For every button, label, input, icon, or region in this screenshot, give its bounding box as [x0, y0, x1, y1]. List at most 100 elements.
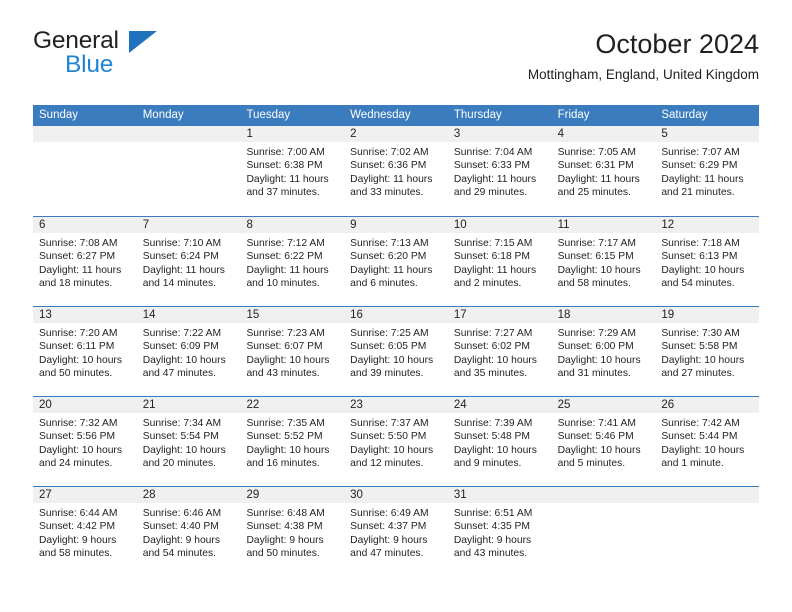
day-details: Sunrise: 7:41 AM Sunset: 5:46 PM Daylight:…	[552, 413, 656, 471]
calendar-day-cell[interactable]: 10 Sunrise: 7:15 AM Sunset: 6:18 PM Dayligh…	[447, 217, 552, 306]
calendar-day-cell[interactable]: 28 Sunrise: 6:46 AM Sunset: 4:40 PM Dayligh…	[136, 487, 241, 576]
day-details: Sunrise: 7:00 AM Sunset: 6:38 PM Daylight:…	[240, 142, 344, 200]
daylight-text: Daylight: 10 hours and 35 minutes.	[453, 354, 537, 380]
sunrise-text: Sunrise: 7:12 AM	[246, 238, 325, 249]
calendar-day-cell[interactable]: 24 Sunrise: 7:39 AM Sunset: 5:48 PM Dayligh…	[447, 397, 552, 486]
day-number: 14	[136, 307, 241, 323]
calendar-day-cell[interactable]: 21 Sunrise: 7:34 AM Sunset: 5:54 PM Dayligh…	[136, 397, 241, 486]
calendar-week-row: 1 Sunrise: 7:00 AM Sunset: 6:38 PM Daylight…	[33, 126, 760, 216]
sunset-text: Sunset: 5:50 PM	[350, 431, 427, 443]
daylight-text: Daylight: 11 hours and 29 minutes.	[453, 173, 537, 199]
sunset-text: Sunset: 6:05 PM	[350, 341, 427, 353]
calendar-week-row: 27 Sunrise: 6:44 AM Sunset: 4:42 PM Dayligh…	[33, 486, 760, 576]
calendar-day-cell[interactable]: 6 Sunrise: 7:08 AM Sunset: 6:27 PM Daylight…	[33, 217, 137, 306]
sunrise-text: Sunrise: 7:32 AM	[39, 418, 118, 429]
daylight-text: Daylight: 10 hours and 31 minutes.	[557, 354, 641, 380]
day-number: 19	[655, 307, 760, 323]
sunrise-text: Sunrise: 7:13 AM	[350, 238, 429, 249]
logo-triangle-icon	[129, 31, 157, 53]
calendar-day-cell[interactable]: 17 Sunrise: 7:27 AM Sunset: 6:02 PM Dayligh…	[447, 307, 552, 396]
calendar-day-cell[interactable]: 25 Sunrise: 7:41 AM Sunset: 5:46 PM Dayligh…	[551, 397, 656, 486]
day-number: 6	[33, 217, 137, 233]
sunset-text: Sunset: 6:38 PM	[246, 160, 323, 172]
calendar-day-cell[interactable]: 26 Sunrise: 7:42 AM Sunset: 5:44 PM Dayligh…	[655, 397, 760, 486]
day-details: Sunrise: 7:29 AM Sunset: 6:00 PM Daylight:…	[552, 323, 656, 381]
daylight-text: Daylight: 9 hours and 47 minutes.	[350, 534, 428, 560]
sunrise-text: Sunrise: 7:23 AM	[246, 328, 325, 339]
calendar-week-row: 13 Sunrise: 7:20 AM Sunset: 6:11 PM Dayligh…	[33, 306, 760, 396]
calendar-day-cell[interactable]: 11 Sunrise: 7:17 AM Sunset: 6:15 PM Dayligh…	[551, 217, 656, 306]
daylight-text: Daylight: 10 hours and 43 minutes.	[246, 354, 330, 380]
daylight-text: Daylight: 11 hours and 33 minutes.	[350, 173, 433, 199]
day-details: Sunrise: 7:35 AM Sunset: 5:52 PM Daylight:…	[240, 413, 344, 471]
calendar-day-cell[interactable]: 19 Sunrise: 7:30 AM Sunset: 5:58 PM Dayligh…	[655, 307, 760, 396]
calendar-day-cell[interactable]: 5 Sunrise: 7:07 AM Sunset: 6:29 PM Daylight…	[655, 126, 760, 216]
sunrise-text: Sunrise: 7:41 AM	[557, 418, 637, 429]
calendar-day-cell[interactable]: 2 Sunrise: 7:02 AM Sunset: 6:36 PM Daylight…	[344, 126, 448, 216]
sunrise-text: Sunrise: 7:42 AM	[661, 418, 740, 429]
day-details: Sunrise: 7:07 AM Sunset: 6:29 PM Daylight:…	[655, 142, 759, 200]
sunrise-text: Sunrise: 7:02 AM	[350, 147, 429, 158]
day-details: Sunrise: 7:22 AM Sunset: 6:09 PM Daylight:…	[137, 323, 241, 381]
calendar-day-cell[interactable]: 20 Sunrise: 7:32 AM Sunset: 5:56 PM Dayligh…	[33, 397, 137, 486]
day-details: Sunrise: 7:42 AM Sunset: 5:44 PM Daylight:…	[655, 413, 759, 471]
sunrise-text: Sunrise: 6:44 AM	[39, 508, 118, 519]
calendar-day-cell[interactable]: 18 Sunrise: 7:29 AM Sunset: 6:00 PM Dayligh…	[551, 307, 656, 396]
day-number: 10	[447, 217, 552, 233]
daylight-text: Daylight: 9 hours and 58 minutes.	[39, 534, 117, 560]
day-number: 7	[136, 217, 241, 233]
calendar-day-cell[interactable]: 4 Sunrise: 7:05 AM Sunset: 6:31 PM Daylight…	[551, 126, 656, 216]
day-details: Sunrise: 6:46 AM Sunset: 4:40 PM Daylight:…	[137, 503, 241, 561]
day-details: Sunrise: 7:25 AM Sunset: 6:05 PM Daylight:…	[344, 323, 448, 381]
day-number: 27	[33, 487, 137, 503]
calendar-day-cell[interactable]: 7 Sunrise: 7:10 AM Sunset: 6:24 PM Daylight…	[136, 217, 241, 306]
day-number: 18	[551, 307, 656, 323]
calendar-day-cell[interactable]: 31 Sunrise: 6:51 AM Sunset: 4:35 PM Dayligh…	[447, 487, 552, 576]
sunrise-text: Sunrise: 7:39 AM	[453, 418, 533, 429]
daylight-text: Daylight: 11 hours and 25 minutes.	[557, 173, 640, 199]
sunset-text: Sunset: 5:46 PM	[557, 431, 634, 443]
page-header: General Blue October 2024 Mottingham, En…	[33, 28, 759, 98]
day-details: Sunrise: 7:39 AM Sunset: 5:48 PM Daylight:…	[448, 413, 552, 471]
calendar-day-cell[interactable]: 12 Sunrise: 7:18 AM Sunset: 6:13 PM Dayligh…	[655, 217, 760, 306]
general-blue-logo[interactable]: General Blue	[33, 28, 293, 90]
sunset-text: Sunset: 5:52 PM	[246, 431, 323, 443]
calendar-day-cell[interactable]: 22 Sunrise: 7:35 AM Sunset: 5:52 PM Dayligh…	[240, 397, 345, 486]
sunset-text: Sunset: 5:54 PM	[142, 431, 219, 443]
calendar-day-cell[interactable]: 8 Sunrise: 7:12 AM Sunset: 6:22 PM Daylight…	[240, 217, 345, 306]
sunset-text: Sunset: 4:40 PM	[142, 521, 219, 533]
weekday-header-monday: Monday	[142, 109, 184, 121]
sunset-text: Sunset: 4:35 PM	[453, 521, 531, 533]
sunrise-text: Sunrise: 7:18 AM	[661, 238, 740, 249]
calendar-day-cell[interactable]: 13 Sunrise: 7:20 AM Sunset: 6:11 PM Dayligh…	[33, 307, 137, 396]
day-number	[33, 126, 137, 142]
day-number: 11	[551, 217, 656, 233]
sunset-text: Sunset: 5:58 PM	[661, 341, 738, 353]
day-details: Sunrise: 7:12 AM Sunset: 6:22 PM Daylight:…	[240, 233, 344, 291]
weekday-header-saturday: Saturday	[661, 109, 708, 121]
daylight-text: Daylight: 10 hours and 1 minute.	[661, 444, 745, 470]
day-number: 31	[447, 487, 552, 503]
sunrise-text: Sunrise: 7:08 AM	[39, 238, 118, 249]
calendar-day-cell[interactable]: 16 Sunrise: 7:25 AM Sunset: 6:05 PM Dayligh…	[344, 307, 448, 396]
calendar-day-cell[interactable]: 27 Sunrise: 6:44 AM Sunset: 4:42 PM Dayligh…	[33, 487, 137, 576]
calendar-day-cell[interactable]: 30 Sunrise: 6:49 AM Sunset: 4:37 PM Dayligh…	[344, 487, 448, 576]
calendar-day-cell[interactable]: 3 Sunrise: 7:04 AM Sunset: 6:33 PM Daylight…	[447, 126, 552, 216]
logo-text-blue: Blue	[65, 51, 114, 78]
calendar-day-cell[interactable]: 23 Sunrise: 7:37 AM Sunset: 5:50 PM Dayligh…	[344, 397, 448, 486]
day-details: Sunrise: 7:04 AM Sunset: 6:33 PM Daylight:…	[448, 142, 552, 200]
sunset-text: Sunset: 4:38 PM	[246, 521, 323, 533]
calendar-day-cell[interactable]: 14 Sunrise: 7:22 AM Sunset: 6:09 PM Dayligh…	[136, 307, 241, 396]
calendar-day-cell[interactable]: 15 Sunrise: 7:23 AM Sunset: 6:07 PM Dayligh…	[240, 307, 345, 396]
sunrise-text: Sunrise: 7:07 AM	[661, 147, 740, 158]
sunset-text: Sunset: 6:11 PM	[39, 341, 115, 353]
calendar-day-cell[interactable]: 1 Sunrise: 7:00 AM Sunset: 6:38 PM Daylight…	[240, 126, 345, 216]
sunrise-text: Sunrise: 7:29 AM	[557, 328, 637, 339]
day-details: Sunrise: 6:44 AM Sunset: 4:42 PM Daylight:…	[33, 503, 137, 561]
calendar-day-cell[interactable]: 29 Sunrise: 6:48 AM Sunset: 4:38 PM Dayligh…	[240, 487, 345, 576]
calendar-day-cell[interactable]: 9 Sunrise: 7:13 AM Sunset: 6:20 PM Daylight…	[344, 217, 448, 306]
daylight-text: Daylight: 11 hours and 14 minutes.	[142, 264, 225, 290]
daylight-text: Daylight: 9 hours and 50 minutes.	[246, 534, 324, 560]
sunset-text: Sunset: 6:33 PM	[453, 160, 531, 172]
daylight-text: Daylight: 11 hours and 37 minutes.	[246, 173, 329, 199]
